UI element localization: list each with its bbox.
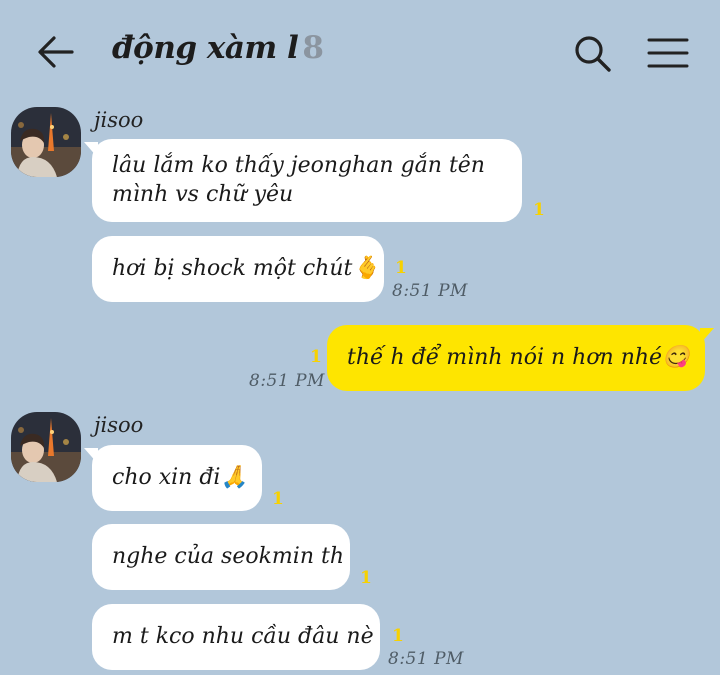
message-bubble[interactable]: cho xin đi🙏	[92, 445, 262, 511]
chat-title: động xàm l8	[112, 30, 324, 66]
message-bubble[interactable]: lâu lắm ko thấy jeonghan gắn tên mình vs…	[92, 139, 522, 222]
sender-name: jisoo	[94, 413, 144, 437]
unread-count: 1	[533, 200, 545, 220]
message-time: 8:51 PM	[249, 371, 325, 391]
unread-count: 1	[360, 568, 372, 588]
arrow-left-icon[interactable]	[36, 34, 76, 70]
chat-title-text: động xàm l	[112, 30, 299, 66]
message-text: thế h để mình nói n hơn nhé😋	[347, 345, 690, 370]
hamburger-menu-icon[interactable]	[646, 36, 690, 70]
message-text: nghe của seokmin th	[112, 544, 344, 569]
unread-count: 1	[392, 626, 404, 646]
unread-count: 1	[272, 489, 284, 509]
message-bubble[interactable]: hơi bị shock một chút🫰	[92, 236, 384, 302]
message-bubble[interactable]: m t kco nhu cầu đâu nè	[92, 604, 380, 670]
chat-header: động xàm l8	[0, 0, 720, 100]
search-icon[interactable]	[572, 33, 612, 73]
message-time: 8:51 PM	[392, 281, 468, 301]
my-message-bubble[interactable]: thế h để mình nói n hơn nhé😋	[327, 325, 705, 391]
message-bubble[interactable]: nghe của seokmin th	[92, 524, 350, 590]
message-time: 8:51 PM	[388, 649, 464, 669]
avatar-photo-icon	[11, 107, 81, 177]
message-text: cho xin đi🙏	[112, 465, 248, 490]
avatar[interactable]	[11, 107, 81, 177]
message-text: m t kco nhu cầu đâu nè	[112, 624, 374, 649]
message-text-line: lâu lắm ko thấy jeonghan gắn tên	[112, 153, 485, 178]
unread-count: 1	[310, 347, 322, 367]
bubble-tail	[700, 328, 714, 344]
avatar-photo-icon	[11, 412, 81, 482]
member-count: 8	[302, 30, 324, 66]
unread-count: 1	[395, 258, 407, 278]
message-text: hơi bị shock một chút🫰	[112, 256, 380, 281]
sender-name: jisoo	[94, 108, 144, 132]
message-text-line: mình vs chữ yêu	[112, 182, 294, 207]
avatar[interactable]	[11, 412, 81, 482]
